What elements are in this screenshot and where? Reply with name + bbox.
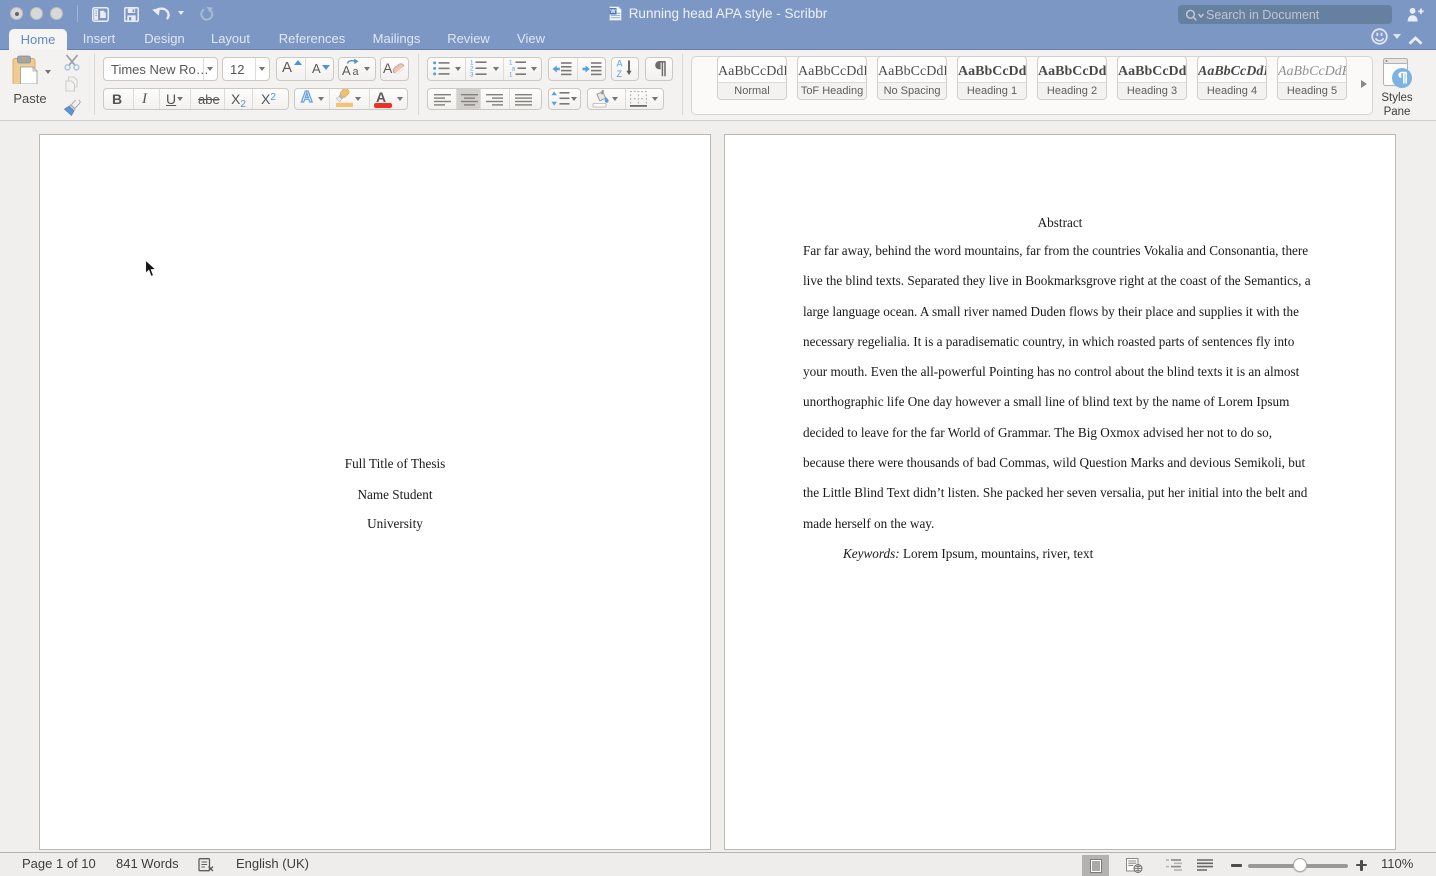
svg-text:a: a [353, 66, 360, 78]
svg-text:3: 3 [470, 72, 474, 77]
svg-text:W: W [610, 9, 616, 15]
svg-text:1: 1 [509, 72, 513, 77]
svg-text:A: A [342, 63, 351, 78]
svg-text:A: A [383, 60, 393, 76]
svg-text:Z: Z [617, 69, 623, 79]
svg-text:A: A [617, 59, 623, 69]
